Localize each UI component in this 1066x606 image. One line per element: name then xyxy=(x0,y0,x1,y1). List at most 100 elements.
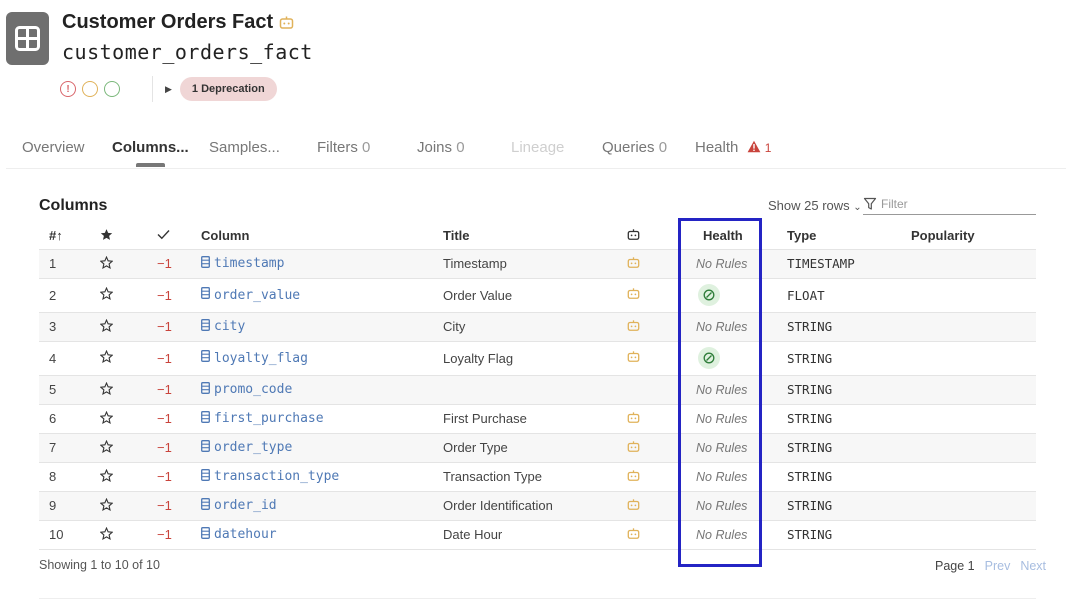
star-icon[interactable] xyxy=(99,349,114,366)
favorite-star[interactable] xyxy=(84,278,144,313)
header-bot[interactable] xyxy=(627,223,685,250)
tab-joins[interactable]: Joins 0 xyxy=(417,139,465,156)
status-circle-ok[interactable] xyxy=(104,81,120,97)
header-title[interactable]: Title xyxy=(443,223,627,250)
star-icon[interactable] xyxy=(99,255,114,272)
favorite-star[interactable] xyxy=(84,433,144,463)
favorite-star[interactable] xyxy=(84,520,144,550)
bot-icon[interactable] xyxy=(627,411,640,427)
divider xyxy=(39,598,1036,599)
favorite-star[interactable] xyxy=(84,375,144,405)
endorsement-score[interactable]: −1 xyxy=(144,375,201,405)
table-row[interactable]: 4 −1 loyalty_flag Loyalty Flag STRING xyxy=(39,341,1036,376)
table-name: customer_orders_fact xyxy=(62,40,313,64)
favorite-star[interactable] xyxy=(84,404,144,434)
caret-right-icon[interactable]: ▶ xyxy=(165,84,172,95)
endorsement-score[interactable]: −1 xyxy=(144,341,201,376)
bot-icon[interactable] xyxy=(627,319,640,335)
health-status: No Rules xyxy=(696,441,748,455)
bot-icon[interactable] xyxy=(627,469,640,485)
bot-icon[interactable] xyxy=(627,440,640,456)
bot-icon[interactable] xyxy=(627,498,640,514)
column-link[interactable]: first_purchase xyxy=(201,410,324,427)
star-icon[interactable] xyxy=(99,410,114,427)
header-check[interactable] xyxy=(144,223,201,250)
prev-page-link[interactable]: Prev xyxy=(985,559,1011,573)
favorite-star[interactable] xyxy=(84,462,144,492)
favorite-star[interactable] xyxy=(84,341,144,376)
star-icon[interactable] xyxy=(99,468,114,485)
header-health[interactable]: Health xyxy=(685,223,787,250)
star-icon[interactable] xyxy=(99,286,114,303)
next-page-link[interactable]: Next xyxy=(1020,559,1046,573)
header-number[interactable]: #↑ xyxy=(39,223,84,250)
status-row: ! ▶ 1 Deprecation xyxy=(60,76,277,102)
bot-icon[interactable] xyxy=(627,351,640,366)
page-title: Customer Orders Fact xyxy=(62,11,294,34)
filter-field[interactable] xyxy=(863,194,1036,215)
health-ok-icon[interactable] xyxy=(698,347,720,369)
column-title xyxy=(443,375,627,405)
header-column[interactable]: Column xyxy=(201,223,443,250)
table-row[interactable]: 5 −1 promo_code No Rules STRING xyxy=(39,375,1036,405)
star-icon[interactable] xyxy=(99,381,114,398)
column-name-cell: transaction_type xyxy=(201,462,443,492)
bot-icon[interactable] xyxy=(627,256,640,272)
filter-input[interactable] xyxy=(881,197,1021,211)
column-link[interactable]: city xyxy=(201,318,245,335)
bot-icon[interactable] xyxy=(627,527,640,543)
endorsement-score[interactable]: −1 xyxy=(144,278,201,313)
star-icon[interactable] xyxy=(99,318,114,335)
table-row[interactable]: 6 −1 first_purchase First Purchase No Rules S… xyxy=(39,404,1036,434)
row-number: 6 xyxy=(39,404,84,434)
favorite-star[interactable] xyxy=(84,249,144,279)
header-star[interactable] xyxy=(84,223,144,250)
tab-columns[interactable]: Columns... xyxy=(112,139,189,156)
table-row[interactable]: 2 −1 order_value Order Value FLOAT xyxy=(39,278,1036,313)
column-link[interactable]: timestamp xyxy=(201,255,284,272)
star-icon[interactable] xyxy=(99,526,114,543)
table-row[interactable]: 10 −1 datehour Date Hour No Rules STRING xyxy=(39,520,1036,550)
column-title: Order Identification xyxy=(443,491,627,521)
tab-health[interactable]: Health 1 xyxy=(695,139,771,156)
status-circle-error[interactable]: ! xyxy=(60,81,76,97)
endorsement-score[interactable]: −1 xyxy=(144,433,201,463)
table-row[interactable]: 9 −1 order_id Order Identification No Rules S… xyxy=(39,491,1036,521)
table-row[interactable]: 1 −1 timestamp Timestamp No Rules TIMESTAMP xyxy=(39,249,1036,279)
tab-samples[interactable]: Samples... xyxy=(209,139,280,156)
column-icon xyxy=(201,255,210,272)
endorsement-score[interactable]: −1 xyxy=(144,520,201,550)
endorsement-score[interactable]: −1 xyxy=(144,312,201,342)
endorsement-score[interactable]: −1 xyxy=(144,249,201,279)
column-link[interactable]: order_type xyxy=(201,439,292,456)
column-link[interactable]: datehour xyxy=(201,526,277,543)
table-row[interactable]: 8 −1 transaction_type Transaction Type No Ru… xyxy=(39,462,1036,492)
favorite-star[interactable] xyxy=(84,491,144,521)
tab-overview[interactable]: Overview xyxy=(22,139,85,156)
rows-per-page-select[interactable]: Show 25 rows ⌄ xyxy=(768,198,862,213)
table-row[interactable]: 3 −1 city City No Rules STRING xyxy=(39,312,1036,342)
column-link[interactable]: loyalty_flag xyxy=(201,350,308,366)
column-link[interactable]: order_value xyxy=(201,287,300,303)
favorite-star[interactable] xyxy=(84,312,144,342)
health-ok-icon[interactable] xyxy=(698,284,720,306)
status-circle-warning[interactable] xyxy=(82,81,98,97)
section-title: Columns xyxy=(39,197,108,214)
table-row[interactable]: 7 −1 order_type Order Type No Rules STRING xyxy=(39,433,1036,463)
column-link[interactable]: transaction_type xyxy=(201,468,339,485)
column-title: Timestamp xyxy=(443,249,627,279)
column-link[interactable]: promo_code xyxy=(201,381,292,398)
tab-queries[interactable]: Queries 0 xyxy=(602,139,667,156)
star-icon[interactable] xyxy=(99,439,114,456)
tab-filters[interactable]: Filters 0 xyxy=(317,139,370,156)
bot-icon[interactable] xyxy=(627,288,640,303)
header-popularity[interactable]: Popularity xyxy=(911,223,1036,250)
header-type[interactable]: Type xyxy=(787,223,911,250)
column-link[interactable]: order_id xyxy=(201,497,277,514)
star-icon[interactable] xyxy=(99,497,114,514)
table-header-row: #↑ Column Title Health Type Popularity xyxy=(39,223,1036,250)
endorsement-score[interactable]: −1 xyxy=(144,462,201,492)
endorsement-score[interactable]: −1 xyxy=(144,491,201,521)
deprecation-badge[interactable]: 1 Deprecation xyxy=(179,77,277,101)
endorsement-score[interactable]: −1 xyxy=(144,404,201,434)
